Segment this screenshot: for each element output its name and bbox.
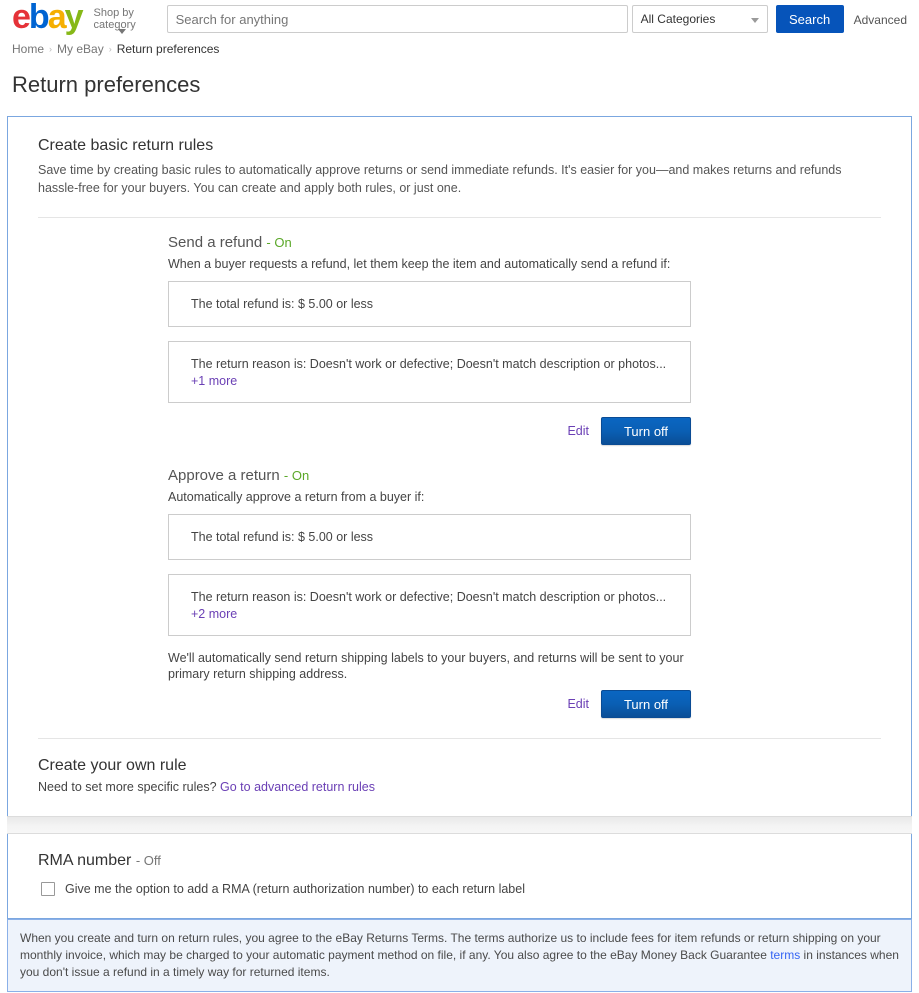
state-prefix: - <box>266 235 271 250</box>
breadcrumb-home[interactable]: Home <box>12 42 44 56</box>
rule-send-a-refund-actions: Edit Turn off <box>168 417 691 445</box>
search-input[interactable] <box>166 5 628 33</box>
section-divider-band <box>7 816 912 834</box>
shop-by-category-button[interactable]: Shop by category <box>93 7 153 34</box>
create-your-own-rule-text: Need to set more specific rules? Go to a… <box>38 780 881 794</box>
breadcrumb: Home › My eBay › Return preferences <box>12 42 919 56</box>
basic-rules-section: Create basic return rules Save time by c… <box>8 117 911 739</box>
return-rules-card: Create basic return rules Save time by c… <box>7 116 912 919</box>
rule-send-a-refund-heading: Send a refund - On <box>168 234 881 251</box>
advanced-search-link[interactable]: Advanced <box>854 13 907 33</box>
breadcrumb-separator-icon: › <box>49 44 53 54</box>
logo-letter-y: y <box>64 0 84 36</box>
search-bar: All Categories Search Advanced <box>166 5 907 33</box>
rule-approve-a-return-name: Approve a return <box>168 467 280 484</box>
rma-checkbox-label[interactable]: Give me the option to add a RMA (return … <box>65 882 525 896</box>
category-select[interactable]: All Categories <box>631 5 768 33</box>
basic-rules-title: Create basic return rules <box>38 137 214 154</box>
edit-send-a-refund-link[interactable]: Edit <box>567 424 589 438</box>
rule-send-a-refund: Send a refund - On When a buyer requests… <box>38 218 881 445</box>
advanced-return-rules-link[interactable]: Go to advanced return rules <box>220 780 375 794</box>
rule-approve-a-return-heading: Approve a return - On <box>168 467 881 484</box>
condition-amount-text: The total refund is: $ 5.00 or less <box>191 530 374 544</box>
create-your-own-rule-title: Create your own rule <box>38 757 187 774</box>
shop-by-category-label: Shop by category <box>93 7 136 31</box>
rule-approve-a-return: Approve a return - On Automatically appr… <box>38 451 881 718</box>
breadcrumb-my-ebay[interactable]: My eBay <box>57 42 104 56</box>
terms-footer-text: When you create and turn on return rules… <box>20 930 899 981</box>
money-back-guarantee-terms-link[interactable]: terms <box>770 948 800 962</box>
state-prefix: - <box>283 468 289 483</box>
rma-number-state: - Off <box>136 853 161 868</box>
state-prefix: - <box>135 853 141 868</box>
rule-send-a-refund-amount-condition[interactable]: The total refund is: $ 5.00 or less <box>168 281 691 327</box>
rule-approve-a-return-state: - On <box>284 468 309 483</box>
logo-letter-a: a <box>47 0 67 36</box>
page-title: Return preferences <box>12 72 201 97</box>
logo-letter-e: e <box>12 0 31 36</box>
edit-approve-a-return-link[interactable]: Edit <box>567 697 589 711</box>
search-button[interactable]: Search <box>775 5 844 33</box>
rule-approve-a-return-amount-condition[interactable]: The total refund is: $ 5.00 or less <box>168 514 691 560</box>
condition-amount-text: The total refund is: $ 5.00 or less <box>191 297 374 311</box>
rma-number-title: RMA number <box>38 852 132 869</box>
own-rule-prompt: Need to set more specific rules? <box>38 780 221 794</box>
state-value: On <box>291 468 310 483</box>
rule-approve-a-return-subtitle: Automatically approve a return from a bu… <box>168 490 425 504</box>
logo-letter-b: b <box>28 0 50 36</box>
create-your-own-rule-section: Create your own rule Need to set more sp… <box>8 739 911 816</box>
condition-reason-more-link[interactable]: +1 more <box>191 374 237 388</box>
breadcrumb-separator-icon: › <box>108 44 112 54</box>
terms-text-part1: When you create and turn on return rules… <box>20 931 881 962</box>
turn-off-approve-a-return-button[interactable]: Turn off <box>601 690 691 718</box>
rule-approve-a-return-note: We'll automatically send return shipping… <box>168 651 684 681</box>
terms-footer: When you create and turn on return rules… <box>7 919 912 992</box>
rule-send-a-refund-reason-condition[interactable]: The return reason is: Doesn't work or de… <box>168 341 691 403</box>
state-value: On <box>274 235 292 250</box>
rma-checkbox[interactable] <box>41 882 55 896</box>
rma-number-section: RMA number - Off Give me the option to a… <box>8 834 911 918</box>
breadcrumb-current: Return preferences <box>116 42 220 56</box>
condition-reason-text: The return reason is: Doesn't work or de… <box>191 590 667 604</box>
site-header: ebay Shop by category All Categories Sea… <box>0 0 919 36</box>
rule-send-a-refund-state: - On <box>266 235 291 250</box>
rule-approve-a-return-actions: Edit Turn off <box>168 690 691 718</box>
turn-off-send-a-refund-button[interactable]: Turn off <box>601 417 691 445</box>
condition-reason-text: The return reason is: Doesn't work or de… <box>191 357 667 371</box>
page-top: Home › My eBay › Return preferences Retu… <box>0 36 919 116</box>
chevron-down-icon <box>117 29 126 34</box>
rule-send-a-refund-name: Send a refund <box>168 234 263 251</box>
condition-reason-more-link[interactable]: +2 more <box>191 607 237 621</box>
state-value: Off <box>143 853 161 868</box>
chevron-down-icon <box>750 18 759 23</box>
rule-send-a-refund-subtitle: When a buyer requests a refund, let them… <box>168 257 671 271</box>
basic-rules-description: Save time by creating basic rules to aut… <box>38 163 842 195</box>
category-select-value: All Categories <box>640 12 716 26</box>
rule-approve-a-return-reason-condition[interactable]: The return reason is: Doesn't work or de… <box>168 574 691 636</box>
ebay-logo[interactable]: ebay <box>12 0 84 36</box>
rma-checkbox-row: Give me the option to add a RMA (return … <box>38 882 881 896</box>
rma-number-heading: RMA number - Off <box>38 852 881 870</box>
